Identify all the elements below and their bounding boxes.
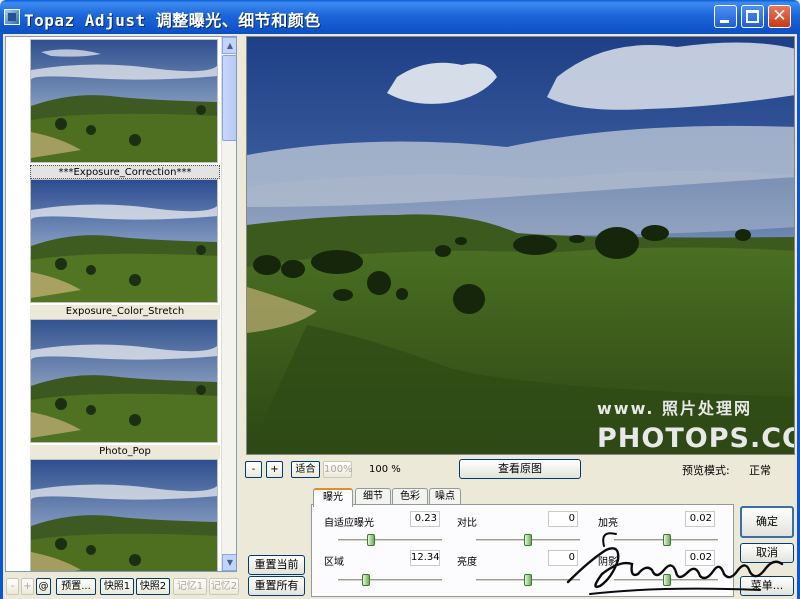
preset-item[interactable]: Exposure_Color_Stretch [30,179,220,319]
contrast-value[interactable]: 0 [548,511,578,527]
image-preview[interactable]: www. 照片处理网 PHOTOPS.COM [246,36,795,455]
highlight-label: 加亮 [598,518,618,529]
region-label: 区域 [324,557,344,568]
adaptive-exposure-label: 自适应曝光 [324,518,374,529]
highlight-slider-thumb[interactable] [662,534,671,546]
preset-item[interactable]: Photo_Pop [30,319,220,459]
ok-button[interactable]: 确定 [740,506,794,538]
adaptive-exposure-value[interactable]: 0.23 [410,511,440,527]
minimize-button[interactable] [714,5,737,28]
snapshot2-button[interactable]: 快照2 [136,578,170,595]
landscape-preview-image [247,37,794,454]
shadow-label: 阴影 [598,557,618,568]
app-icon[interactable] [4,9,20,25]
close-button[interactable]: ✕ [768,5,791,28]
watermark-domain-text: PHOTOPS.COM [597,423,794,454]
remove-preset-button[interactable]: - [6,578,19,595]
watermark-site-text: www. 照片处理网 [597,399,752,418]
preview-mode-label: 预览模式: [682,464,730,477]
fit-to-window-button[interactable]: 适合 [291,461,320,478]
presets-button[interactable]: 预置... [56,578,96,595]
chevron-up-icon: ▲ [226,41,234,50]
preset-label[interactable]: Photo_Pop [30,445,220,459]
brightness-slider-thumb[interactable] [524,574,532,586]
preview-mode-value[interactable]: 正常 [749,462,771,478]
thumbnail-landscape-image [31,460,217,571]
thumbnail-landscape-image [31,40,217,162]
brightness-label: 亮度 [457,557,477,568]
memory2-button[interactable]: 记忆2 [209,578,239,595]
view-original-button[interactable]: 查看原图 [459,459,581,479]
region-slider-thumb[interactable] [362,574,370,586]
adaptive-exposure-slider-thumb[interactable] [366,534,375,546]
window-frame-left [0,34,3,599]
preset-thumbnail-list[interactable]: ***Exposure_Correction*** Exposure_Color… [5,36,237,572]
memory1-button[interactable]: 记忆1 [173,578,207,595]
brightness-value[interactable]: 0 [548,550,578,566]
window-title: Topaz Adjust 调整曝光、细节和颜色 [24,11,321,30]
scroll-down-button[interactable]: ▼ [222,554,236,571]
zoom-in-button[interactable]: + [266,461,283,478]
snapshot1-button[interactable]: 快照1 [100,578,134,595]
reset-all-button[interactable]: 重置所有 [248,576,305,596]
zoom-out-button[interactable]: - [245,461,262,478]
watermark: www. 照片处理网 PHOTOPS.COM [597,395,794,454]
preset-label[interactable]: ***Exposure_Correction*** [30,165,220,179]
thumbnail-landscape-image [31,320,217,442]
preset-thumbnail[interactable] [30,179,218,303]
region-value[interactable]: 12.34 [410,550,440,566]
at-button[interactable]: @ [36,578,51,595]
close-icon: ✕ [772,6,787,26]
chevron-down-icon: ▼ [226,558,234,567]
tab-exposure[interactable]: 曝光 [313,488,353,507]
adaptive-exposure-slider-track[interactable] [338,539,442,542]
cancel-button[interactable]: 取消 [740,543,794,563]
zoom-level: 100 % [369,464,401,475]
preset-label[interactable]: Exposure_Color_Stretch [30,305,220,319]
preset-scrollbar[interactable]: ▲ ▼ [221,37,236,571]
scroll-up-button[interactable]: ▲ [222,37,236,54]
contrast-label: 对比 [457,518,477,529]
region-slider-track[interactable] [338,579,442,582]
thumbnail-landscape-image [31,180,217,302]
reset-current-button[interactable]: 重置当前 [248,555,305,575]
shadow-slider-thumb[interactable] [662,574,671,586]
contrast-slider-thumb[interactable] [524,534,532,546]
maximize-button[interactable] [741,5,764,28]
preset-thumbnail[interactable] [30,39,218,163]
menu-button[interactable]: 菜单... [740,576,794,596]
preset-item[interactable] [30,459,220,571]
preset-thumbnail[interactable] [30,319,218,443]
scrollbar-thumb[interactable] [222,55,236,141]
shadow-value[interactable]: 0.02 [685,550,715,566]
add-preset-button[interactable]: + [21,578,34,595]
title-bar[interactable]: Topaz Adjust 调整曝光、细节和颜色 ✕ [0,0,800,34]
preset-item[interactable]: ***Exposure_Correction*** [30,39,220,179]
highlight-value[interactable]: 0.02 [685,511,715,527]
preset-thumbnail[interactable] [30,459,218,571]
actual-size-button[interactable]: 100% [323,461,353,478]
maximize-icon [746,10,759,23]
minimize-icon [720,20,729,23]
